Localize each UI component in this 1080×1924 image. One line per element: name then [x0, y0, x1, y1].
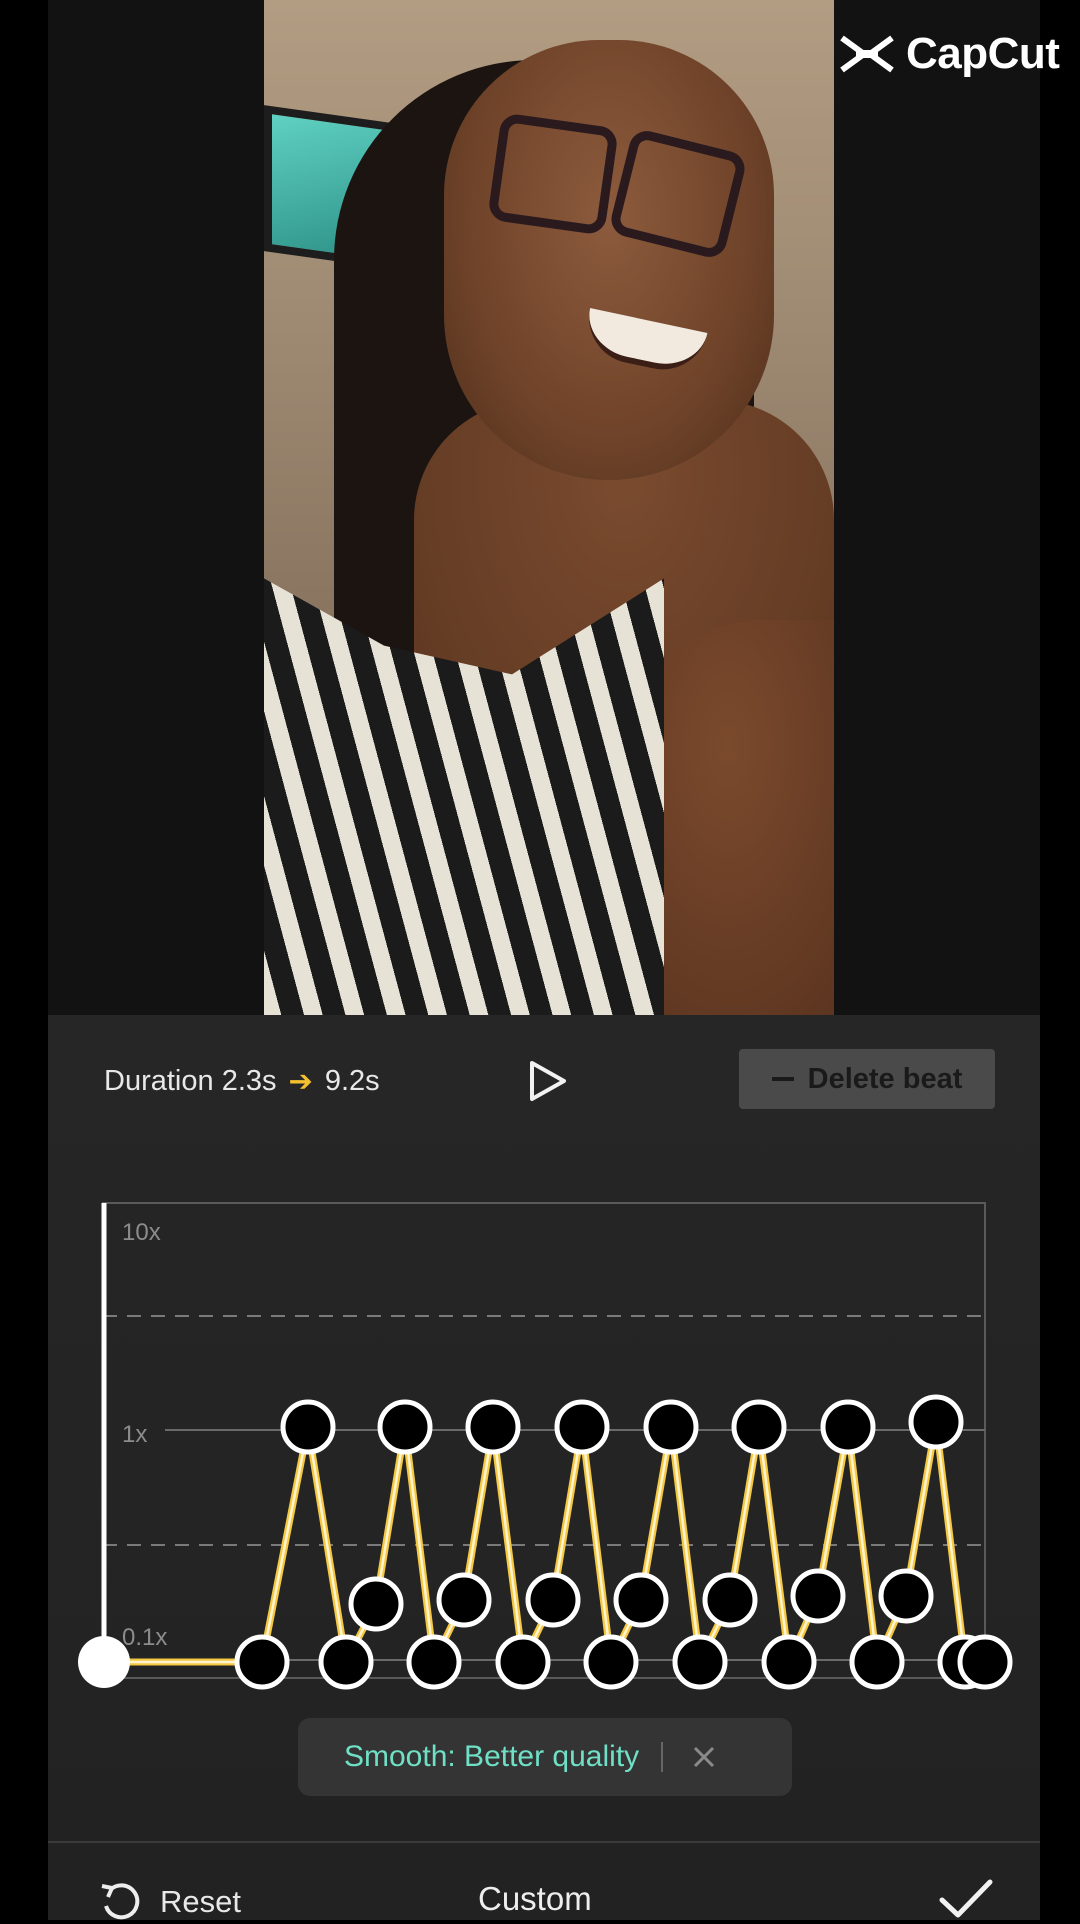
speed-beat-point[interactable]: [878, 1568, 934, 1624]
speed-beat-point[interactable]: [436, 1572, 492, 1628]
smooth-label: Smooth: Better quality: [344, 1740, 640, 1773]
toast-divider: [661, 1742, 664, 1772]
speed-beat-point[interactable]: [790, 1568, 846, 1624]
check-icon[interactable]: [938, 1878, 994, 1920]
speed-beat-point[interactable]: [554, 1399, 610, 1455]
speed-beat-point[interactable]: [495, 1634, 551, 1690]
speed-beat-point[interactable]: [643, 1399, 699, 1455]
speed-beat-point[interactable]: [583, 1634, 639, 1690]
reset-label: Reset: [160, 1884, 241, 1919]
speed-beat-point[interactable]: [406, 1634, 462, 1690]
bottom-divider: [48, 1841, 1040, 1843]
reset-button[interactable]: Reset: [98, 1880, 241, 1924]
speed-beat-point[interactable]: [465, 1399, 521, 1455]
speed-beat-point[interactable]: [377, 1399, 433, 1455]
speed-beat-point[interactable]: [525, 1572, 581, 1628]
playhead-handle[interactable]: [78, 1636, 130, 1688]
graph-label-0-1x: 0.1x: [122, 1624, 167, 1651]
graph-label-1x: 1x: [122, 1421, 147, 1448]
speed-beat-point[interactable]: [849, 1634, 905, 1690]
speed-beat-point[interactable]: [731, 1399, 787, 1455]
speed-beat-point[interactable]: [348, 1576, 404, 1632]
speed-beat-point[interactable]: [234, 1634, 290, 1690]
speed-beat-point[interactable]: [957, 1634, 1013, 1690]
speed-beat-point[interactable]: [613, 1572, 669, 1628]
speed-beat-point[interactable]: [672, 1634, 728, 1690]
speed-beats[interactable]: [234, 1394, 1013, 1690]
speed-curve-graph[interactable]: 10x 1x 0.1x: [0, 0, 1080, 1920]
reset-icon: [101, 1883, 140, 1920]
speed-beat-point[interactable]: [318, 1634, 374, 1690]
close-icon[interactable]: [691, 1744, 717, 1770]
mode-title: Custom: [478, 1880, 592, 1917]
speed-beat-point[interactable]: [908, 1394, 964, 1450]
graph-label-10x: 10x: [122, 1219, 161, 1246]
speed-beat-point[interactable]: [702, 1572, 758, 1628]
speed-beat-point[interactable]: [820, 1399, 876, 1455]
speed-beat-point[interactable]: [280, 1399, 336, 1455]
capcut-speed-editor: CapCut Duration 2.3s ➔ 9.2s Delete beat …: [0, 0, 1080, 1920]
smooth-quality-toast: Smooth: Better quality: [298, 1718, 792, 1796]
speed-beat-point[interactable]: [761, 1634, 817, 1690]
